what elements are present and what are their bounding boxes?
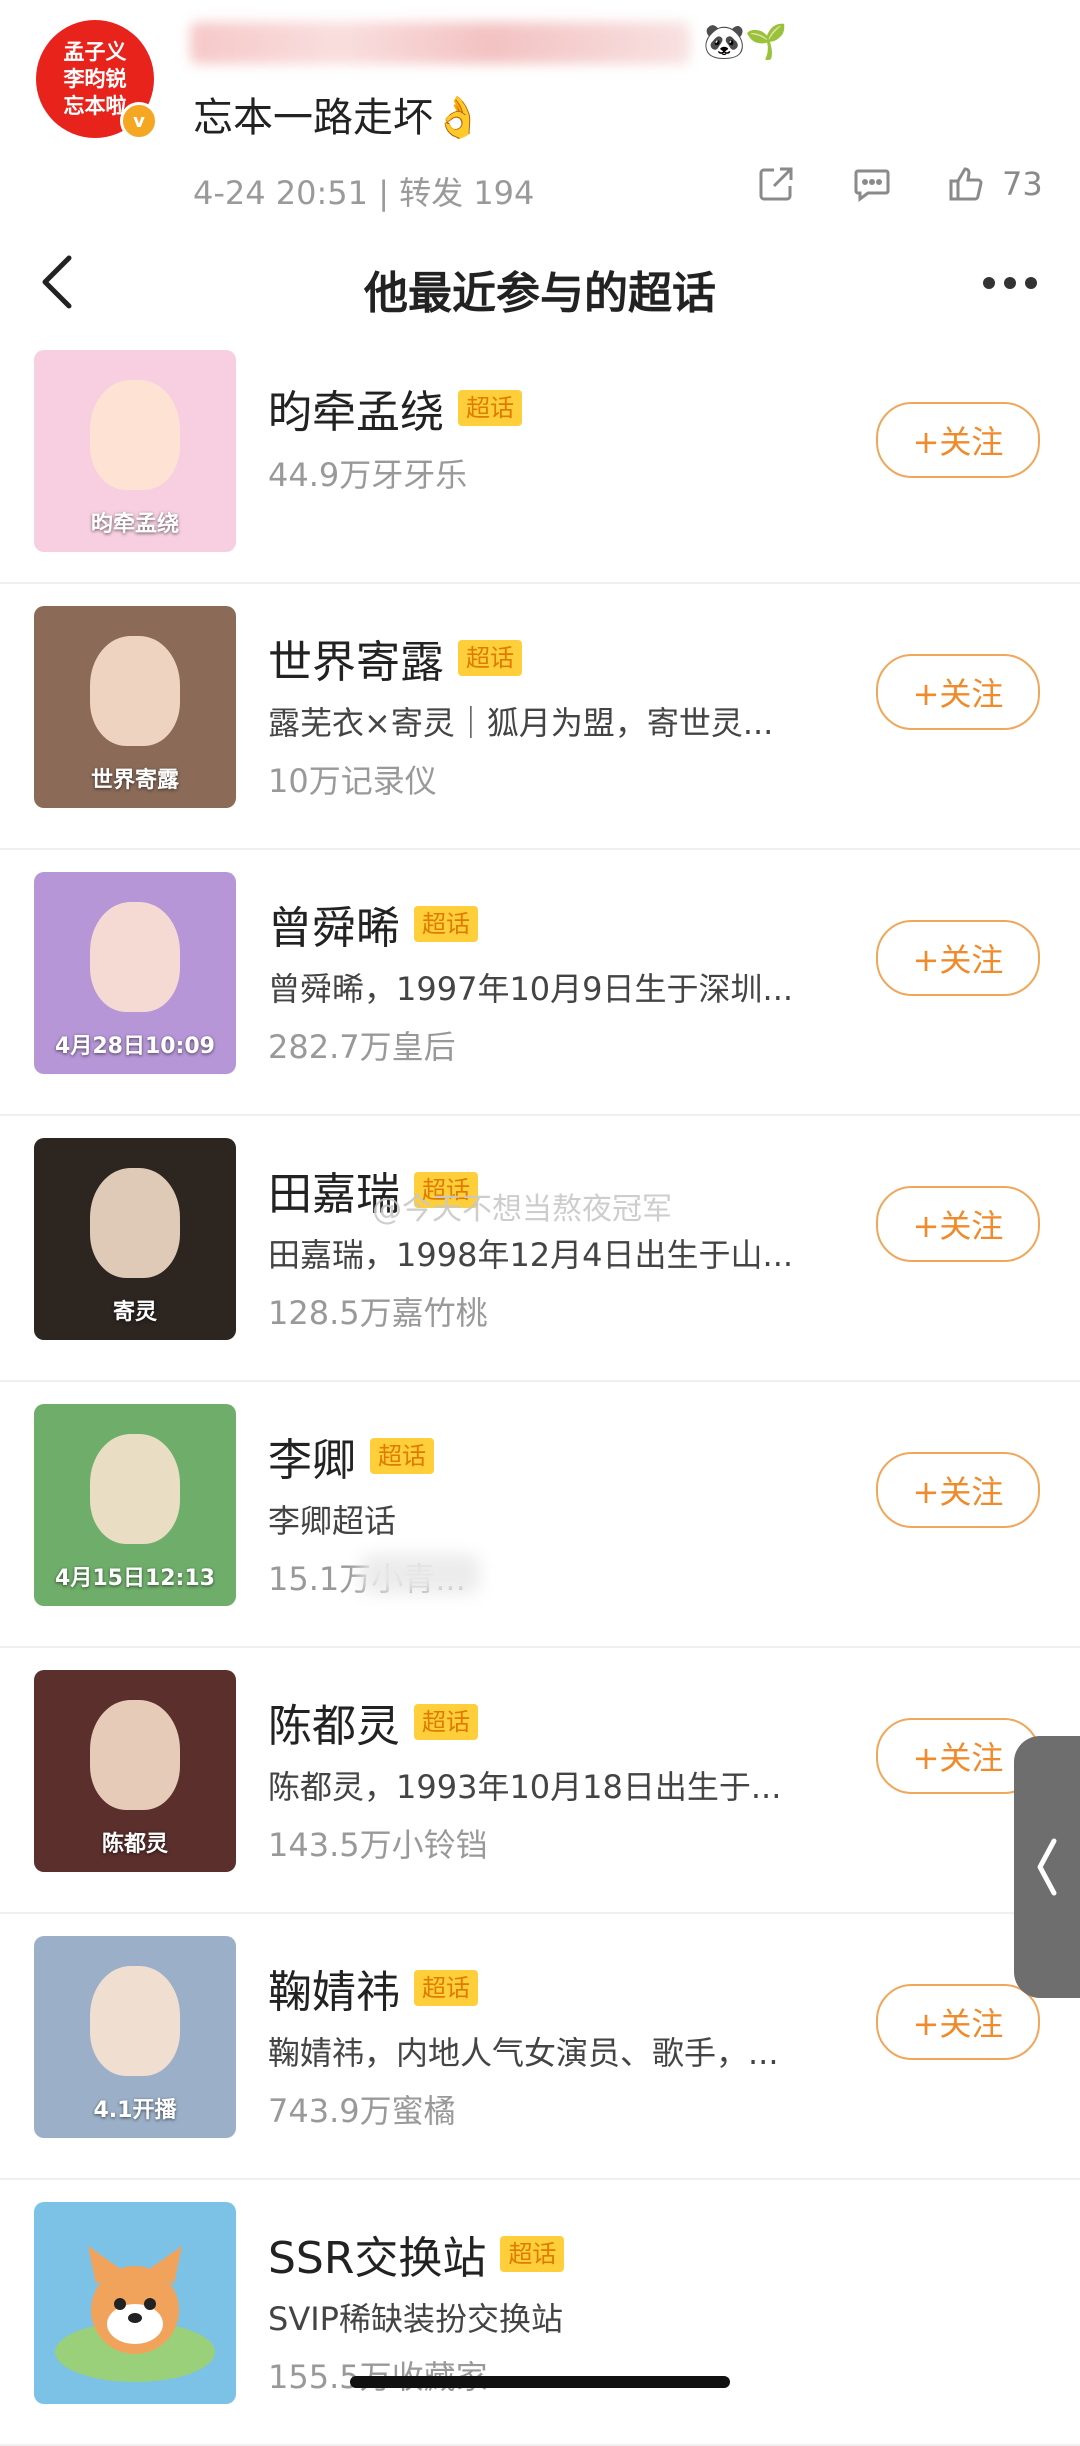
thumbs-up-icon bbox=[949, 167, 983, 201]
topic-thumbnail[interactable] bbox=[34, 2202, 236, 2404]
comment-icon bbox=[854, 169, 890, 202]
topic-name: SSR交换站 bbox=[268, 2233, 487, 2284]
topic-fans: 282.7万皇后 bbox=[268, 1028, 456, 1066]
home-indicator bbox=[350, 2376, 730, 2388]
list-item[interactable]: 4.1开播 鞠婧祎 超话 鞠婧祎，内地人气女演员、歌手，... 743.9万蜜橘 … bbox=[0, 1914, 1080, 2180]
post-header: 孟子义 李昀锐 忘本啦 v 🐼🌱 忘本一路走坏👌 4-24 20:51 | 转发… bbox=[0, 0, 1080, 225]
topic-desc: 曾舜晞，1997年10月9日生于深圳... bbox=[268, 970, 794, 1008]
topic-desc: 李卿超话 bbox=[268, 1502, 397, 1540]
list-item[interactable]: 4月28日10:09 曾舜晞 超话 曾舜晞，1997年10月9日生于深圳... 2… bbox=[0, 850, 1080, 1116]
post-emoji: 🐼🌱 bbox=[703, 22, 788, 62]
avatar-line-1: 孟子义 bbox=[63, 39, 127, 64]
share-icon bbox=[759, 167, 793, 201]
topic-fans: 10万记录仪 bbox=[268, 762, 437, 800]
topic-name: 鞠婧祎 bbox=[268, 1967, 400, 2018]
share-button[interactable] bbox=[756, 164, 796, 204]
follow-button[interactable]: +关注 bbox=[876, 1186, 1040, 1262]
topic-thumbnail[interactable]: 4月15日12:13 bbox=[34, 1404, 236, 1606]
topic-thumbnail[interactable]: 4.1开播 bbox=[34, 1936, 236, 2138]
topic-desc: 鞠婧祎，内地人气女演员、歌手，... bbox=[268, 2034, 779, 2072]
topic-name: 陈都灵 bbox=[268, 1701, 400, 1752]
topic-fans: 128.5万嘉竹桃 bbox=[268, 1294, 488, 1332]
topic-thumbnail[interactable]: 陈都灵 bbox=[34, 1670, 236, 1872]
post-text: 忘本一路走坏👌 bbox=[193, 95, 483, 141]
list-item[interactable]: SSR交换站超话 SVIP稀缺装扮交换站 155.5万收藏家 bbox=[0, 2180, 1080, 2446]
super-topic-badge: 超话 bbox=[370, 1438, 434, 1474]
super-topic-badge: 超话 bbox=[500, 2236, 565, 2272]
topic-desc: 陈都灵，1993年10月18日出生于... bbox=[268, 1768, 782, 1806]
topic-fans: 15.1万小青... bbox=[268, 1554, 868, 1600]
super-topic-badge: 超话 bbox=[414, 906, 478, 942]
topic-desc: 田嘉瑞，1998年12月4日出生于山... bbox=[268, 1236, 794, 1274]
list-item[interactable]: 昀牵孟绕 昀牵孟绕 超话 44.9万牙牙乐 +关注 bbox=[0, 340, 1080, 584]
topic-name: 昀牵孟绕 bbox=[268, 387, 444, 438]
title-bar: 他最近参与的超话 bbox=[0, 225, 1080, 342]
follow-button[interactable]: +关注 bbox=[876, 402, 1040, 478]
topic-thumbnail[interactable]: 昀牵孟绕 bbox=[34, 350, 236, 552]
chevron-left-icon bbox=[1037, 1838, 1057, 1896]
comment-button[interactable] bbox=[852, 164, 892, 204]
avatar-line-2: 李昀锐 bbox=[63, 66, 127, 91]
topic-name: 曾舜晞 bbox=[268, 903, 400, 954]
topic-fans: 143.5万小铃铛 bbox=[268, 1826, 488, 1864]
topic-name: 李卿 bbox=[268, 1435, 356, 1486]
topic-desc: 露芜衣×寄灵｜狐月为盟，寄世灵... bbox=[268, 704, 774, 742]
topic-thumbnail[interactable]: 4月28日10:09 bbox=[34, 872, 236, 1074]
follow-button[interactable]: +关注 bbox=[876, 920, 1040, 996]
topic-fans: 44.9万牙牙乐 bbox=[268, 456, 468, 494]
follow-button[interactable]: +关注 bbox=[876, 1452, 1040, 1528]
corgi-icon bbox=[55, 2246, 215, 2382]
topic-list: 昀牵孟绕 昀牵孟绕 超话 44.9万牙牙乐 +关注 世界寄露 世界寄露 超话 露芜衣… bbox=[0, 340, 1080, 2446]
blurred-username bbox=[190, 22, 690, 64]
like-count: 73 bbox=[1002, 165, 1043, 203]
topic-fans: 743.9万蜜橘 bbox=[268, 2092, 456, 2130]
topic-thumbnail[interactable]: 寄灵 bbox=[34, 1138, 236, 1340]
list-item[interactable]: 寄灵 田嘉瑞 超话 田嘉瑞，1998年12月4日出生于山... 128.5万嘉竹桃… bbox=[0, 1116, 1080, 1382]
super-topic-badge: 超话 bbox=[458, 390, 522, 426]
topic-desc: SVIP稀缺装扮交换站 bbox=[268, 2300, 563, 2338]
vip-badge-icon: v bbox=[120, 102, 158, 140]
topic-name: 世界寄露 bbox=[268, 637, 444, 688]
super-topic-badge: 超话 bbox=[458, 640, 522, 676]
topic-fans: 155.5万收藏家 bbox=[268, 2352, 868, 2398]
side-collapse-tab[interactable] bbox=[1014, 1736, 1080, 1998]
more-dots-icon bbox=[983, 277, 995, 289]
super-topic-badge: 超话 bbox=[414, 1970, 478, 2006]
page-title: 他最近参与的超话 bbox=[364, 268, 716, 319]
like-button[interactable]: 73 bbox=[946, 164, 1043, 204]
list-item[interactable]: 陈都灵 陈都灵 超话 陈都灵，1993年10月18日出生于... 143.5万小铃… bbox=[0, 1648, 1080, 1914]
follow-button[interactable]: +关注 bbox=[876, 654, 1040, 730]
post-meta: 4-24 20:51 | 转发 194 bbox=[193, 174, 535, 212]
blur-patch bbox=[360, 1554, 480, 1594]
list-item[interactable]: 4月15日12:13 李卿超话 李卿超话 15.1万小青... +关注 bbox=[0, 1382, 1080, 1648]
follow-button[interactable]: +关注 bbox=[876, 1984, 1040, 2060]
more-button[interactable] bbox=[970, 255, 1050, 311]
topic-thumbnail[interactable]: 世界寄露 bbox=[34, 606, 236, 808]
list-item[interactable]: 世界寄露 世界寄露 超话 露芜衣×寄灵｜狐月为盟，寄世灵... 10万记录仪 +关… bbox=[0, 584, 1080, 850]
super-topic-badge: 超话 bbox=[414, 1704, 478, 1740]
watermark: @今天不想当熬夜冠军 bbox=[372, 1192, 672, 1227]
avatar-line-3: 忘本啦 bbox=[63, 93, 127, 118]
